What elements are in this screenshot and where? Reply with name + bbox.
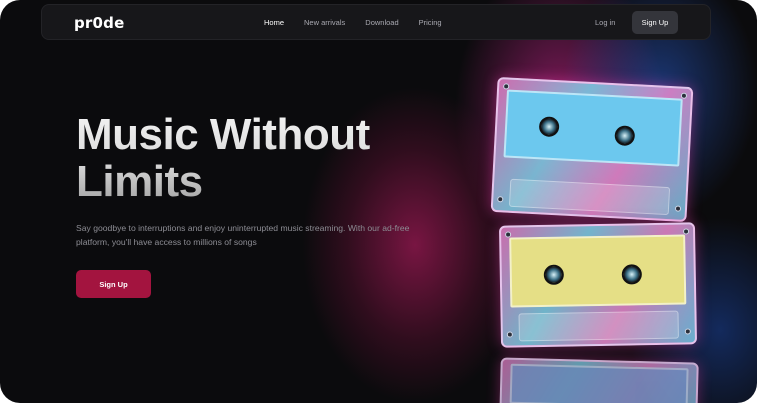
cassette-tape-image-partial — [499, 357, 699, 403]
navbar: pr0de Home New arrivals Download Pricing… — [41, 4, 711, 40]
nav-link-pricing[interactable]: Pricing — [419, 18, 442, 27]
app-frame: pr0de Home New arrivals Download Pricing… — [0, 0, 757, 403]
hero-title-line-2: Limits — [76, 157, 203, 206]
login-link[interactable]: Log in — [595, 18, 615, 27]
hero-title: Music Without Limits — [76, 111, 456, 205]
nav-links: Home New arrivals Download Pricing — [264, 18, 462, 27]
nav-link-new-arrivals[interactable]: New arrivals — [304, 18, 345, 27]
brand-logo[interactable]: pr0de — [74, 14, 124, 32]
hero-subtitle: Say goodbye to interruptions and enjoy u… — [76, 223, 410, 247]
nav-link-download[interactable]: Download — [365, 18, 398, 27]
hero-title-line-1: Music Without — [76, 110, 370, 159]
cassette-tape-image-top — [490, 76, 694, 223]
nav-link-home[interactable]: Home — [264, 18, 284, 27]
cassette-tape-image-bottom — [498, 222, 698, 348]
hero-signup-button[interactable]: Sign Up — [76, 270, 151, 298]
nav-signup-button[interactable]: Sign Up — [632, 11, 678, 34]
